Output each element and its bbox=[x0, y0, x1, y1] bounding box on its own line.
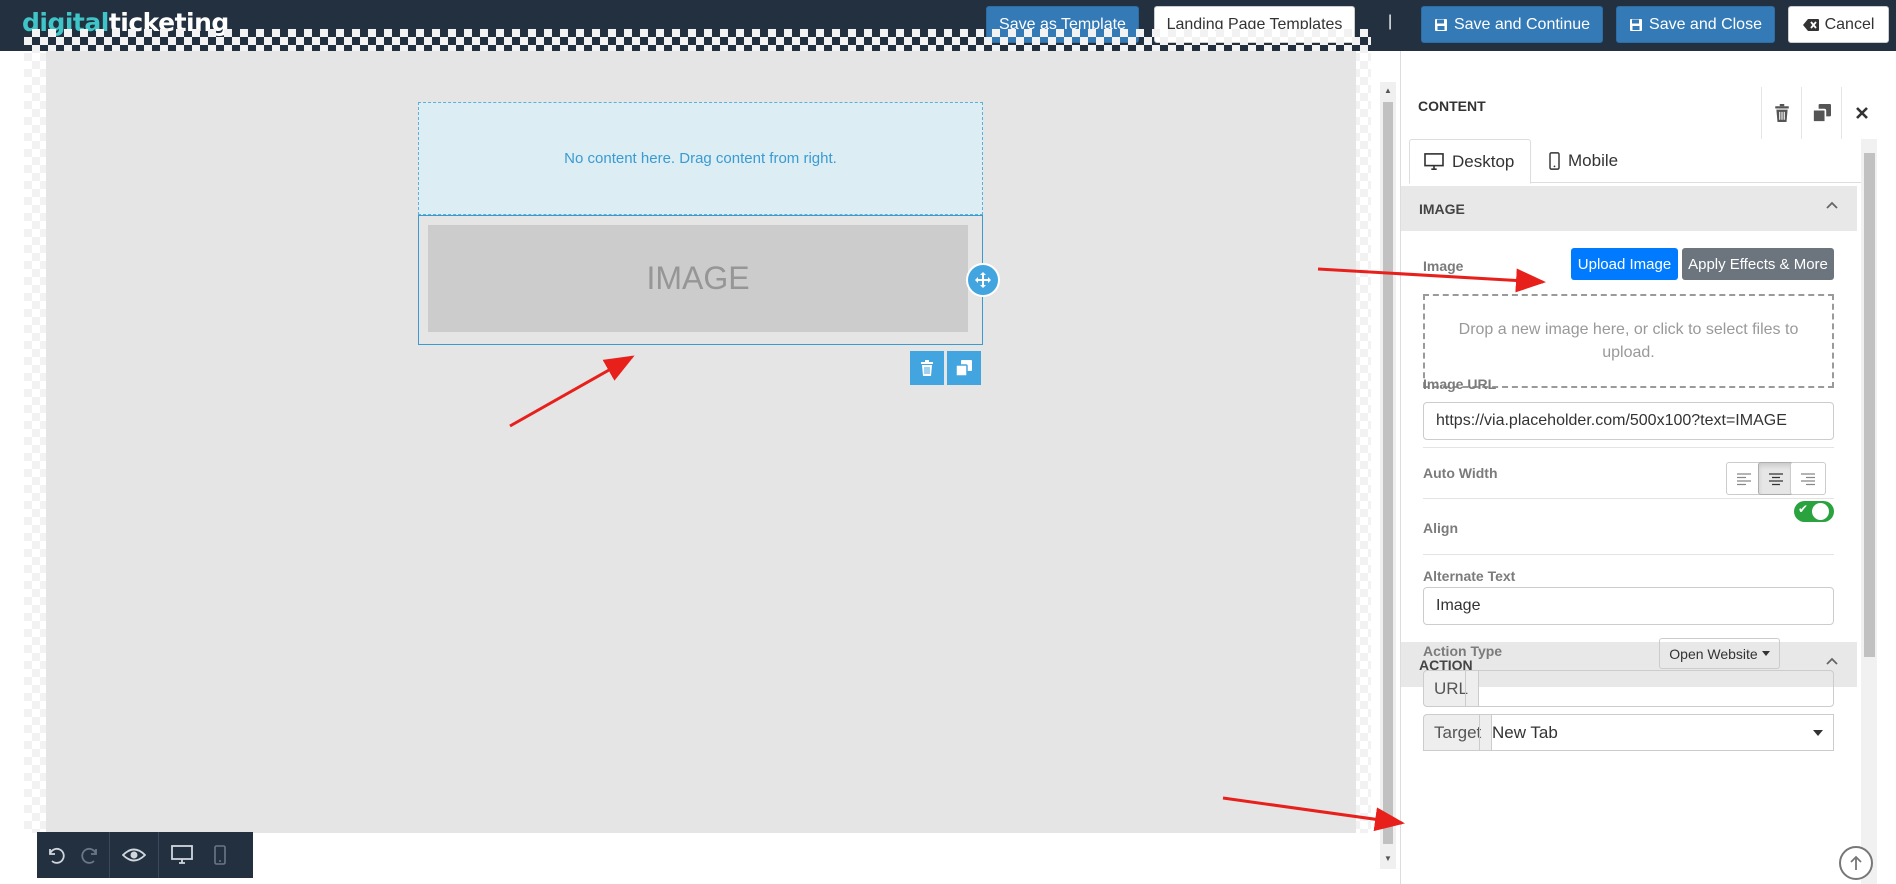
align-center-button[interactable] bbox=[1758, 462, 1794, 495]
backspace-icon bbox=[1802, 18, 1819, 31]
align-left-button[interactable] bbox=[1726, 462, 1762, 495]
image-url-label: Image URL bbox=[1423, 376, 1497, 392]
target-addon-label: Target bbox=[1434, 722, 1482, 742]
save-and-continue-label: Save and Continue bbox=[1453, 15, 1591, 33]
cancel-label: Cancel bbox=[1824, 15, 1875, 33]
duplicate-block-button[interactable] bbox=[947, 351, 981, 385]
check-icon: ✔ bbox=[1798, 502, 1809, 516]
upload-image-button[interactable]: Upload Image bbox=[1571, 248, 1678, 280]
arrow-up-icon bbox=[1850, 855, 1862, 870]
save-and-continue-button[interactable]: Save and Continue bbox=[1421, 6, 1603, 43]
cancel-button[interactable]: Cancel bbox=[1788, 6, 1889, 43]
delete-content-button[interactable] bbox=[1761, 87, 1801, 139]
floppy-disk-icon bbox=[1630, 18, 1643, 31]
sidebar-scrollbar-thumb[interactable] bbox=[1864, 153, 1875, 657]
scroll-to-top-button[interactable] bbox=[1839, 846, 1873, 880]
upload-image-label: Upload Image bbox=[1577, 255, 1672, 273]
align-right-icon bbox=[1801, 472, 1815, 485]
target-value: New Tab bbox=[1492, 722, 1558, 742]
image-dropzone[interactable]: Drop a new image here, or click to selec… bbox=[1423, 294, 1834, 388]
toolbar-separator: | bbox=[1388, 13, 1393, 30]
save-and-close-button[interactable]: Save and Close bbox=[1616, 6, 1775, 43]
mobile-icon bbox=[214, 845, 226, 865]
device-tabs: Desktop Mobile bbox=[1409, 139, 1865, 184]
image-label: Image bbox=[1423, 258, 1464, 274]
close-icon bbox=[1855, 107, 1868, 119]
eye-icon bbox=[122, 848, 146, 862]
align-label: Align bbox=[1423, 520, 1458, 536]
copy-icon bbox=[1812, 104, 1831, 122]
chevron-up-icon bbox=[1826, 657, 1838, 665]
delete-block-button[interactable] bbox=[910, 351, 944, 385]
action-type-dropdown[interactable]: Open Website bbox=[1659, 638, 1780, 669]
apply-effects-label: Apply Effects & More bbox=[1688, 255, 1828, 273]
properties-sidebar: CONTENT Desktop Mobile IMAGE Image Uploa… bbox=[1400, 51, 1896, 884]
scroll-down-arrow-icon[interactable]: ▼ bbox=[1383, 854, 1393, 863]
duplicate-content-button[interactable] bbox=[1801, 87, 1841, 139]
mobile-view-button[interactable] bbox=[205, 832, 235, 878]
image-placeholder-text: IMAGE bbox=[646, 260, 750, 296]
floppy-disk-icon bbox=[1434, 18, 1447, 31]
tab-mobile-label: Mobile bbox=[1568, 151, 1619, 170]
caret-down-icon bbox=[1761, 650, 1770, 656]
move-handle-icon[interactable] bbox=[966, 263, 1000, 297]
image-placeholder[interactable]: IMAGE bbox=[428, 225, 968, 332]
redo-icon bbox=[81, 847, 97, 864]
toggle-knob bbox=[1812, 503, 1829, 520]
align-center-icon bbox=[1769, 472, 1783, 485]
url-addon-label: URL bbox=[1434, 678, 1469, 698]
align-right-button[interactable] bbox=[1790, 462, 1826, 495]
close-sidebar-button[interactable] bbox=[1841, 87, 1881, 139]
desktop-view-button[interactable] bbox=[159, 832, 205, 878]
empty-row-hint: No content here. Drag content from right… bbox=[564, 150, 837, 167]
field-divider bbox=[1423, 447, 1834, 448]
field-divider bbox=[1423, 554, 1834, 555]
alternate-text-label: Alternate Text bbox=[1423, 568, 1516, 584]
bottom-toolbar bbox=[37, 832, 253, 878]
align-left-icon bbox=[1737, 472, 1751, 485]
url-input[interactable] bbox=[1465, 670, 1834, 707]
canvas-scrollbar-thumb[interactable] bbox=[1383, 102, 1393, 844]
trash-icon bbox=[1774, 104, 1789, 122]
alternate-text-value: Image bbox=[1436, 597, 1481, 614]
action-type-label: Action Type bbox=[1423, 643, 1503, 659]
arrows-move-icon bbox=[975, 272, 991, 288]
desktop-icon bbox=[1424, 152, 1444, 170]
auto-width-label: Auto Width bbox=[1423, 465, 1498, 481]
image-url-value: https://via.placeholder.com/500x100?text… bbox=[1436, 412, 1787, 429]
copy-icon bbox=[956, 360, 972, 376]
apply-effects-button[interactable]: Apply Effects & More bbox=[1682, 248, 1834, 280]
tab-desktop-label: Desktop bbox=[1452, 151, 1515, 171]
caret-down-icon bbox=[1813, 730, 1823, 736]
tab-mobile[interactable]: Mobile bbox=[1535, 139, 1632, 183]
sidebar-title: CONTENT bbox=[1418, 98, 1486, 114]
chevron-up-icon bbox=[1826, 201, 1838, 209]
target-select[interactable]: New Tab bbox=[1479, 714, 1834, 751]
undo-button[interactable] bbox=[37, 832, 73, 878]
image-url-input[interactable]: https://via.placeholder.com/500x100?text… bbox=[1423, 402, 1834, 440]
image-section-header[interactable]: IMAGE bbox=[1401, 186, 1857, 231]
tab-desktop[interactable]: Desktop bbox=[1409, 139, 1531, 184]
desktop-icon bbox=[171, 845, 193, 864]
dropzone-hint: Drop a new image here, or click to selec… bbox=[1458, 321, 1799, 361]
scroll-up-arrow-icon[interactable]: ▲ bbox=[1383, 86, 1393, 95]
mobile-icon bbox=[1549, 152, 1560, 170]
undo-icon bbox=[49, 847, 65, 864]
preview-button[interactable] bbox=[110, 832, 158, 878]
action-type-value: Open Website bbox=[1669, 645, 1758, 662]
alternate-text-input[interactable]: Image bbox=[1423, 587, 1834, 625]
empty-drop-row[interactable]: No content here. Drag content from right… bbox=[418, 102, 983, 215]
save-and-close-label: Save and Close bbox=[1649, 15, 1762, 33]
redo-button[interactable] bbox=[73, 832, 109, 878]
image-section-title: IMAGE bbox=[1419, 200, 1465, 217]
trash-icon bbox=[921, 360, 933, 376]
field-divider bbox=[1423, 498, 1834, 499]
selected-image-block[interactable]: IMAGE bbox=[418, 215, 983, 345]
